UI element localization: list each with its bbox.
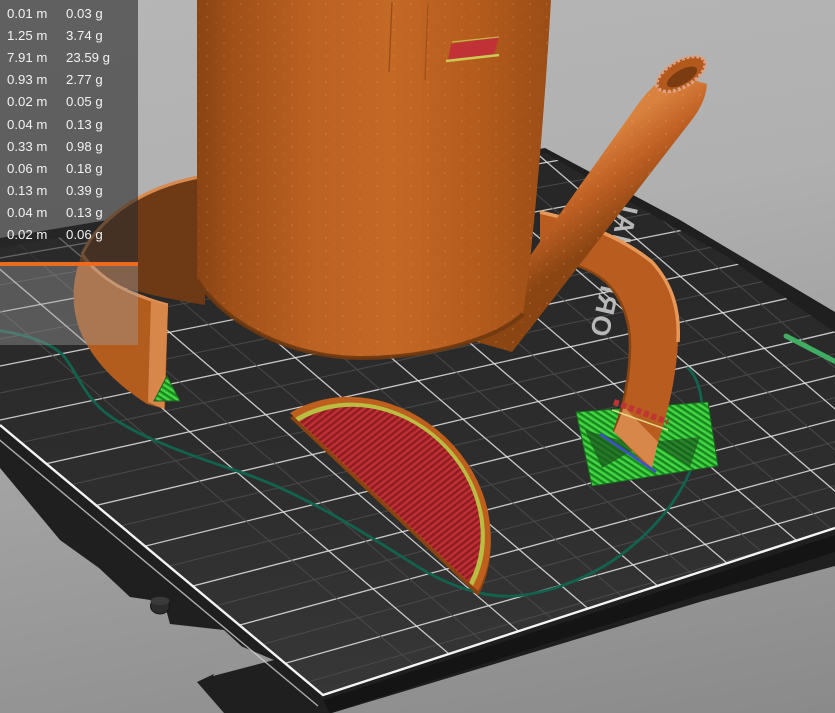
filament-weight: 0.05 g xyxy=(66,94,103,110)
legend-row: 1.25 m 3.74 g xyxy=(0,24,138,46)
filament-weight: 0.13 g xyxy=(66,116,103,132)
filament-weight: 3.74 g xyxy=(66,27,103,43)
filament-length: 0.01 m xyxy=(7,5,48,21)
legend-row: 0.33 m 0.98 g xyxy=(0,135,138,157)
legend-row: 0.04 m 0.13 g xyxy=(0,202,138,224)
filament-weight: 23.59 g xyxy=(66,49,110,65)
filament-length: 0.02 m xyxy=(7,94,48,110)
filament-length: 0.04 m xyxy=(7,205,48,221)
filament-length: 0.06 m xyxy=(7,160,48,176)
filament-length: 0.02 m xyxy=(7,227,48,243)
legend-row: 0.01 m 0.03 g xyxy=(0,2,138,24)
legend-extension-panel xyxy=(0,266,138,345)
legend-panel: 0.01 m 0.03 g 1.25 m 3.74 g 7.91 m 23.59 g 0.9… xyxy=(0,0,138,262)
legend-row: 0.04 m 0.13 g xyxy=(0,113,138,135)
filament-weight: 0.39 g xyxy=(66,183,103,199)
filament-length: 0.13 m xyxy=(7,183,48,199)
filament-length: 0.04 m xyxy=(7,116,48,132)
legend-row: 0.02 m 0.05 g xyxy=(0,91,138,113)
legend-row: 7.91 m 23.59 g xyxy=(0,46,138,68)
filament-weight: 0.98 g xyxy=(66,138,103,154)
filament-weight: 2.77 g xyxy=(66,72,103,88)
legend-row: 0.06 m 0.18 g xyxy=(0,157,138,179)
legend-rows: 0.01 m 0.03 g 1.25 m 3.74 g 7.91 m 23.59 g 0.9… xyxy=(0,2,138,246)
filament-length: 0.93 m xyxy=(7,72,48,88)
filament-length: 0.33 m xyxy=(7,138,48,154)
model-cylinder xyxy=(195,0,551,361)
legend-row: 0.13 m 0.39 g xyxy=(0,180,138,202)
filament-weight: 0.18 g xyxy=(66,160,103,176)
filament-weight: 0.13 g xyxy=(66,205,103,221)
legend-row: 0.93 m 2.77 g xyxy=(0,69,138,91)
filament-weight: 0.06 g xyxy=(66,227,103,243)
filament-length: 7.91 m xyxy=(7,49,48,65)
legend-row: 0.02 m 0.06 g xyxy=(0,224,138,246)
filament-weight: 0.03 g xyxy=(66,5,103,21)
filament-length: 1.25 m xyxy=(7,27,48,43)
slicer-preview-window: ORIGINAL xyxy=(0,0,835,713)
